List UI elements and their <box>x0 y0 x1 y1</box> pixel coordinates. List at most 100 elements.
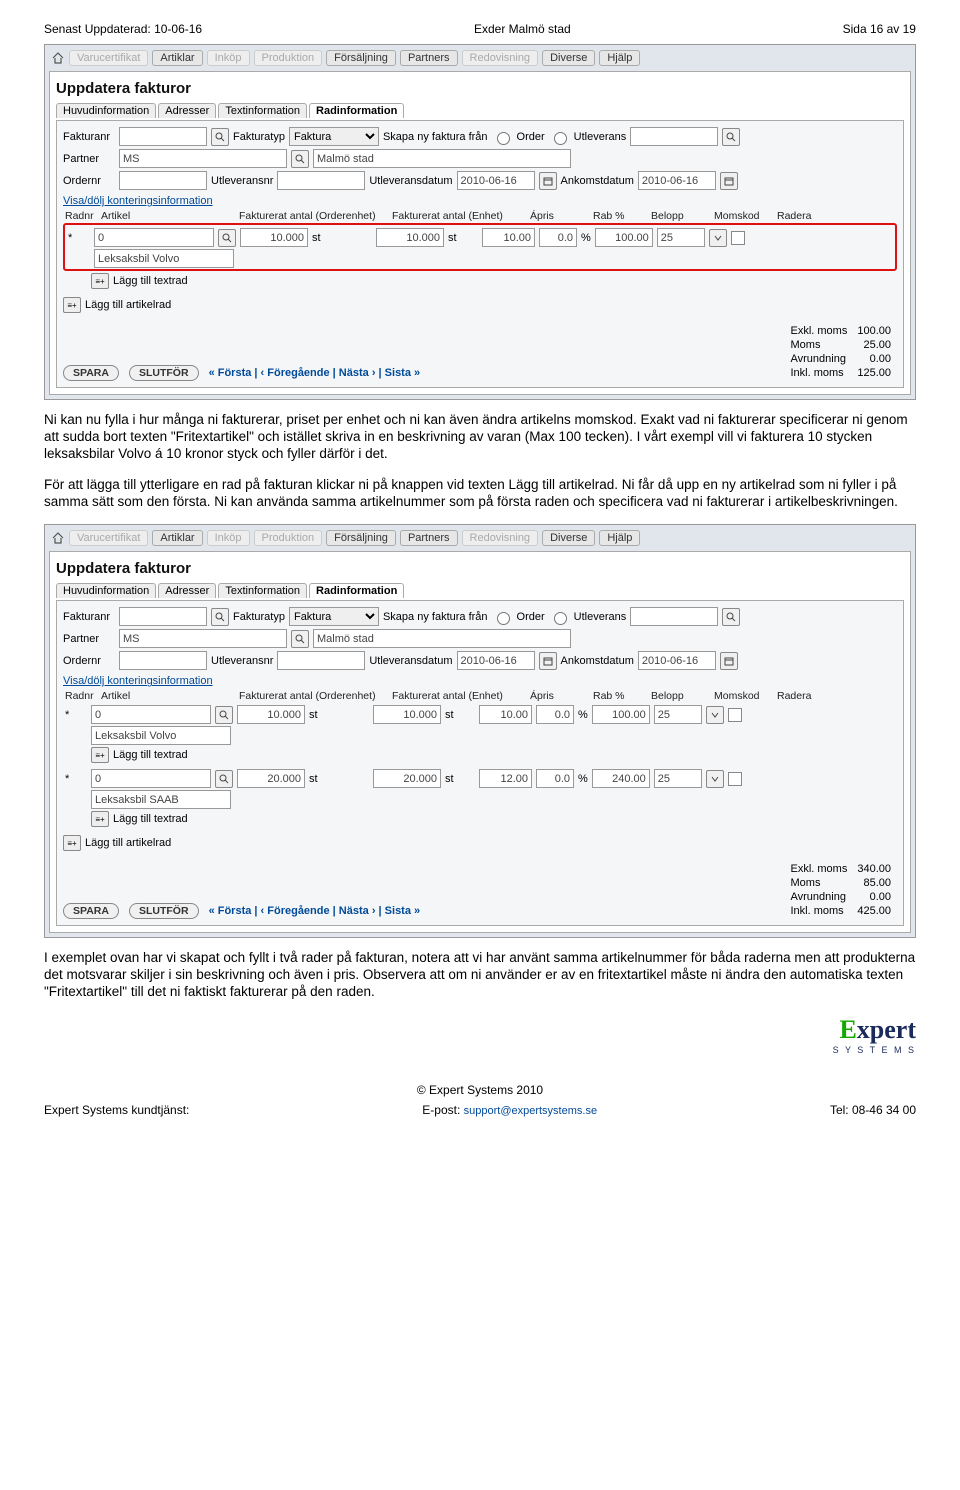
calendar-icon[interactable] <box>539 652 557 670</box>
add-textrow-icon[interactable]: ≡+ <box>91 747 109 763</box>
tab-radinformation[interactable]: Radinformation <box>309 103 404 118</box>
home-icon[interactable] <box>51 531 65 545</box>
partner-name-input[interactable] <box>313 149 571 168</box>
artikel-input[interactable] <box>91 705 211 724</box>
calendar-icon-2[interactable] <box>720 652 738 670</box>
add-artikelrad-icon[interactable]: ≡+ <box>63 297 81 313</box>
search-icon-row[interactable] <box>215 706 233 724</box>
fakturanr-input[interactable] <box>119 607 207 626</box>
search-icon-3[interactable] <box>291 150 309 168</box>
belopp-input[interactable] <box>592 705 650 724</box>
rab-input[interactable] <box>539 228 577 247</box>
utleveransdatum-input[interactable] <box>457 171 535 190</box>
artikel-input[interactable] <box>94 228 214 247</box>
search-icon-3[interactable] <box>291 630 309 648</box>
fakturatyp-select[interactable]: Faktura <box>289 607 379 626</box>
belopp-input[interactable] <box>592 769 650 788</box>
pager[interactable]: « Första | ‹ Föregående | Nästa › | Sist… <box>209 905 421 917</box>
add-artikelrad-icon[interactable]: ≡+ <box>63 835 81 851</box>
fakturatyp-select[interactable]: Faktura <box>289 127 379 146</box>
slutfor-button[interactable]: SLUTFÖR <box>129 365 199 381</box>
rab-input[interactable] <box>536 769 574 788</box>
radio-utleverans[interactable] <box>554 132 567 145</box>
spara-button[interactable]: SPARA <box>63 365 119 381</box>
artikel-desc-input[interactable] <box>91 726 231 745</box>
kontering-toggle-link[interactable]: Visa/dölj konteringsinformation <box>63 195 213 207</box>
nav-artiklar[interactable]: Artiklar <box>152 530 202 546</box>
tab-huvudinformation[interactable]: Huvudinformation <box>56 103 156 118</box>
support-email-link[interactable]: support@expertsystems.se <box>464 1105 597 1117</box>
qty-enhet-input[interactable] <box>376 228 444 247</box>
skapa-input[interactable] <box>630 127 718 146</box>
utleveransnr-input[interactable] <box>277 171 365 190</box>
pager[interactable]: « Första | ‹ Föregående | Nästa › | Sist… <box>209 367 421 379</box>
ankomstdatum-input[interactable] <box>638 651 716 670</box>
momskod-input[interactable] <box>654 769 702 788</box>
utleveransdatum-input[interactable] <box>457 651 535 670</box>
calendar-icon[interactable] <box>539 172 557 190</box>
ordernr-input[interactable] <box>119 171 207 190</box>
nav-redovisning[interactable]: Redovisning <box>462 50 539 66</box>
tab-huvudinformation[interactable]: Huvudinformation <box>56 583 156 598</box>
nav-varucertifikat[interactable]: Varucertifikat <box>69 50 148 66</box>
add-textrow-icon[interactable]: ≡+ <box>91 811 109 827</box>
rab-input[interactable] <box>536 705 574 724</box>
radera-checkbox[interactable] <box>731 231 745 245</box>
nav-forsaljning[interactable]: Försäljning <box>326 530 396 546</box>
add-textrow-icon[interactable]: ≡+ <box>91 273 109 289</box>
nav-forsaljning[interactable]: Försäljning <box>326 50 396 66</box>
search-icon-row[interactable] <box>218 229 236 247</box>
nav-produktion[interactable]: Produktion <box>254 530 323 546</box>
utleveransnr-input[interactable] <box>277 651 365 670</box>
tab-adresser[interactable]: Adresser <box>158 103 216 118</box>
slutfor-button[interactable]: SLUTFÖR <box>129 903 199 919</box>
skapa-input[interactable] <box>630 607 718 626</box>
momskod-input[interactable] <box>657 228 705 247</box>
nav-varucertifikat[interactable]: Varucertifikat <box>69 530 148 546</box>
nav-hjalp[interactable]: Hjälp <box>599 530 640 546</box>
nav-partners[interactable]: Partners <box>400 50 458 66</box>
qty-enhet-input[interactable] <box>373 705 441 724</box>
artikel-input[interactable] <box>91 769 211 788</box>
radio-order[interactable] <box>497 132 510 145</box>
qty-enhet-input[interactable] <box>373 769 441 788</box>
search-icon-2[interactable] <box>722 608 740 626</box>
dropdown-icon[interactable] <box>709 229 727 247</box>
radio-order[interactable] <box>497 612 510 625</box>
nav-produktion[interactable]: Produktion <box>254 50 323 66</box>
spara-button[interactable]: SPARA <box>63 903 119 919</box>
nav-diverse[interactable]: Diverse <box>542 530 595 546</box>
nav-partners[interactable]: Partners <box>400 530 458 546</box>
search-icon[interactable] <box>211 128 229 146</box>
qty-order-input[interactable] <box>240 228 308 247</box>
search-icon-row[interactable] <box>215 770 233 788</box>
tab-textinformation[interactable]: Textinformation <box>218 583 307 598</box>
nav-diverse[interactable]: Diverse <box>542 50 595 66</box>
radio-utleverans[interactable] <box>554 612 567 625</box>
artikel-desc-input[interactable] <box>91 790 231 809</box>
kontering-toggle-link[interactable]: Visa/dölj konteringsinformation <box>63 675 213 687</box>
partner-input[interactable] <box>119 629 287 648</box>
fakturanr-input[interactable] <box>119 127 207 146</box>
belopp-input[interactable] <box>595 228 653 247</box>
calendar-icon-2[interactable] <box>720 172 738 190</box>
partner-input[interactable] <box>119 149 287 168</box>
search-icon[interactable] <box>211 608 229 626</box>
artikel-desc-input[interactable] <box>94 249 234 268</box>
partner-name-input[interactable] <box>313 629 571 648</box>
momskod-input[interactable] <box>654 705 702 724</box>
nav-artiklar[interactable]: Artiklar <box>152 50 202 66</box>
qty-order-input[interactable] <box>237 769 305 788</box>
nav-inkop[interactable]: Inköp <box>207 50 250 66</box>
qty-order-input[interactable] <box>237 705 305 724</box>
apris-input[interactable] <box>479 705 532 724</box>
tab-radinformation[interactable]: Radinformation <box>309 583 404 598</box>
ordernr-input[interactable] <box>119 651 207 670</box>
apris-input[interactable] <box>479 769 532 788</box>
ankomstdatum-input[interactable] <box>638 171 716 190</box>
dropdown-icon[interactable] <box>706 706 724 724</box>
radera-checkbox[interactable] <box>728 708 742 722</box>
nav-redovisning[interactable]: Redovisning <box>462 530 539 546</box>
home-icon[interactable] <box>51 51 65 65</box>
nav-hjalp[interactable]: Hjälp <box>599 50 640 66</box>
